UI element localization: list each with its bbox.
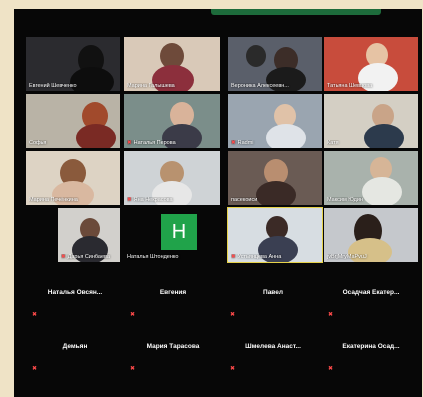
mic-off-icon: ✖ <box>127 197 132 203</box>
name-only-tile[interactable]: Шмелева Анаст... ✖ <box>226 327 320 381</box>
name-only-tile[interactable]: Евгения ✖ <box>126 273 220 327</box>
participant-name: Софья <box>29 140 47 146</box>
video-tile[interactable]: jvBrjMryMaPvuJ <box>324 208 418 262</box>
video-tile[interactable]: Катя <box>324 94 418 148</box>
video-tile[interactable]: ✖ Radmi <box>228 94 322 148</box>
participant-name: ✖ Дарья Синбаева <box>61 254 110 260</box>
participant-name: Марина Печёнкина <box>29 197 78 203</box>
name-only-tile[interactable]: Демьян ✖ <box>28 327 122 381</box>
participant-name: Наталья Штонденко <box>127 254 179 260</box>
participant-name: Максим Юдин <box>327 197 363 203</box>
mic-off-icon: ✖ <box>231 140 236 146</box>
mic-off-icon: ✖ <box>32 312 38 318</box>
video-tile[interactable]: ✖ Яна Некрасова <box>124 151 220 205</box>
participant-name: Вероника Алексеевн... <box>231 83 289 89</box>
video-conference-screen: Евгений Шевченко Марина Галышева Вероник… <box>14 9 422 397</box>
video-tile[interactable]: Евгений Шевченко <box>26 37 120 91</box>
video-tile-active-speaker[interactable]: ✖ Устьянцева Анна <box>227 207 323 263</box>
participant-name: Евгений Шевченко <box>29 83 77 89</box>
mic-off-icon: ✖ <box>328 312 334 318</box>
participant-name: ✖ Яна Некрасова <box>127 197 173 203</box>
participant-name: Павел <box>263 289 283 296</box>
video-tile[interactable]: пасекоиси <box>228 151 322 205</box>
mic-off-icon: ✖ <box>328 366 334 372</box>
participant-name: Осадчая Екатер... <box>342 289 400 296</box>
video-tile[interactable]: H Наталья Штонденко <box>124 208 220 262</box>
participant-name: Демьян <box>62 343 88 350</box>
video-tile[interactable]: ✖ Наталья Перова <box>124 94 220 148</box>
participant-name: Наталья Овсян... <box>47 289 103 296</box>
video-tile[interactable]: Марина Печёнкина <box>26 151 120 205</box>
avatar: H <box>161 214 197 250</box>
participant-name: jvBrjMryMaPvuJ <box>327 254 367 260</box>
name-only-tile[interactable]: Осадчая Екатер... ✖ <box>324 273 418 327</box>
participant-name: ✖ Radmi <box>231 140 254 146</box>
mic-off-icon: ✖ <box>230 366 236 372</box>
participant-name: Мария Тарасова <box>146 343 200 350</box>
mic-off-icon: ✖ <box>127 140 132 146</box>
video-tile[interactable]: Максим Юдин <box>324 151 418 205</box>
mic-off-icon: ✖ <box>130 366 136 372</box>
video-tile[interactable]: Софья <box>26 94 120 148</box>
participant-name: пасекоиси <box>231 197 258 203</box>
mic-off-icon: ✖ <box>230 312 236 318</box>
name-only-tile[interactable]: Екатерина Осад... ✖ <box>324 327 418 381</box>
name-only-tile[interactable]: Павел ✖ <box>226 273 320 327</box>
mic-off-icon: ✖ <box>130 312 136 318</box>
video-tile[interactable]: ✖ Дарья Синбаева <box>58 208 120 262</box>
participant-silhouette <box>246 45 266 67</box>
mic-off-icon: ✖ <box>32 366 38 372</box>
video-tile[interactable]: Татьяна Шевцова <box>324 37 418 91</box>
participant-name: ✖ Устьянцева Анна <box>231 254 282 260</box>
video-tile[interactable]: Марина Галышева <box>124 37 220 91</box>
top-toolbar-strip[interactable] <box>211 9 381 15</box>
participant-name: Марина Галышева <box>127 83 175 89</box>
participant-name: Татьяна Шевцова <box>327 83 373 89</box>
video-tile[interactable]: Вероника Алексеевн... <box>228 37 322 91</box>
name-only-tile[interactable]: Мария Тарасова ✖ <box>126 327 220 381</box>
participant-name: Катя <box>327 140 339 146</box>
mic-off-icon: ✖ <box>61 254 66 260</box>
participant-name: ✖ Наталья Перова <box>127 140 176 146</box>
participant-name: Шмелева Анаст... <box>245 343 301 350</box>
participant-name: Екатерина Осад... <box>342 343 400 350</box>
participant-name: Евгения <box>159 289 187 296</box>
mic-off-icon: ✖ <box>231 254 236 260</box>
name-only-tile[interactable]: Наталья Овсян... ✖ <box>28 273 122 327</box>
